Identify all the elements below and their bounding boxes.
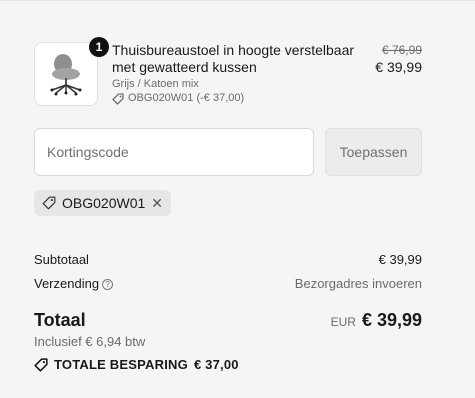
chair-image — [50, 54, 82, 96]
line-item: 1 Thuisbureaustoel in hoogte verstelbaar… — [34, 37, 422, 106]
total-row: Totaal EUR € 39,99 — [34, 310, 422, 331]
total-savings: TOTALE BESPARING € 37,00 — [34, 357, 239, 372]
subtotal-row: Subtotaal € 39,99 — [34, 252, 422, 267]
tag-icon — [34, 357, 48, 372]
applied-discount-chip: OBG020W01 ✕ — [34, 190, 171, 216]
discount-code-form: Toepassen — [34, 128, 422, 176]
total-amount: € 39,99 — [361, 310, 422, 330]
shipping-row: Verzending? Bezorgadres invoeren — [34, 276, 422, 291]
tag-icon — [42, 196, 56, 210]
product-image — [34, 42, 98, 106]
discount-code-input[interactable] — [34, 128, 314, 176]
line-item-info: Thuisbureaustoel in hoogte verstelbaar m… — [112, 42, 362, 105]
line-item-discount-text: OBG020W01 (-€ 37,00) — [128, 92, 245, 104]
applied-discount-code: OBG020W01 — [62, 195, 146, 211]
savings-value: € 37,00 — [193, 357, 239, 372]
shipping-value: Bezorgadres invoeren — [294, 276, 422, 291]
line-item-prices: € 76,99 € 39,99 — [375, 42, 422, 76]
quantity-badge: 1 — [89, 37, 109, 57]
total-value-wrap: EUR € 39,99 — [331, 310, 422, 331]
product-title: Thuisbureaustoel in hoogte verstelbaar m… — [112, 42, 355, 75]
compare-at-price: € 76,99 — [381, 43, 422, 57]
savings-label: TOTALE BESPARING — [54, 357, 188, 372]
remove-discount-close-icon[interactable]: ✕ — [151, 196, 163, 210]
line-item-price: € 39,99 — [375, 59, 422, 75]
total-label: Totaal — [34, 310, 86, 330]
currency-code: EUR — [330, 315, 356, 329]
tax-note: Inclusief € 6,94 btw — [34, 334, 146, 349]
subtotal-label: Subtotaal — [34, 252, 89, 267]
subtotal-value: € 39,99 — [378, 252, 422, 267]
shipping-label-wrap: Verzending? — [34, 276, 114, 291]
tag-icon — [112, 92, 124, 105]
apply-discount-button[interactable]: Toepassen — [325, 128, 422, 176]
product-variant: Grijs / Katoen mix — [112, 78, 199, 90]
line-item-discount: OBG020W01 (-€ 37,00) — [112, 92, 362, 105]
help-icon[interactable]: ? — [102, 279, 114, 290]
order-summary: 1 Thuisbureaustoel in hoogte verstelbaar… — [0, 0, 475, 398]
shipping-label: Verzending — [34, 276, 100, 291]
